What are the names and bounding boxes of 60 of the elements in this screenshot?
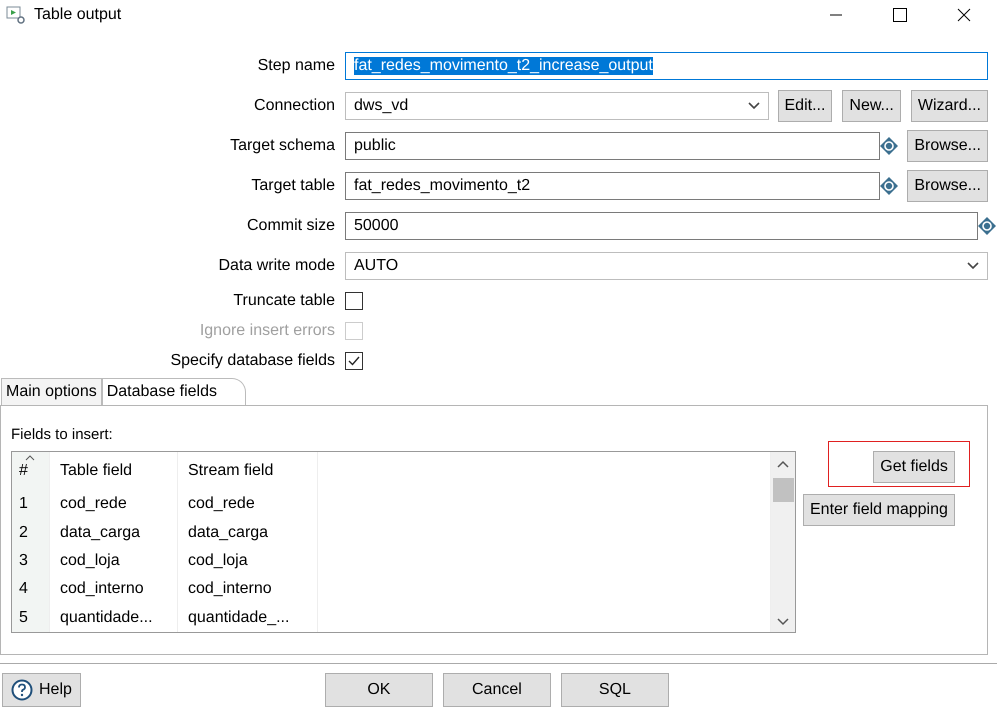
field-label: Step name — [256, 57, 336, 75]
dialog-button[interactable]: Cancel — [442, 673, 551, 707]
table-cell: cod_interno — [178, 575, 318, 604]
field-label: Truncate table — [232, 292, 336, 310]
column-header[interactable]: Stream field — [178, 452, 318, 490]
form-button[interactable]: Browse... — [907, 170, 988, 202]
table-cell: 1 — [12, 490, 50, 518]
field-label: Connection — [253, 97, 336, 115]
form-button[interactable]: Wizard... — [910, 90, 988, 122]
dialog-button[interactable]: OK — [324, 673, 433, 707]
help-button[interactable]: Help — [2, 673, 81, 707]
close-icon[interactable] — [957, 8, 971, 22]
side-button[interactable]: Get fields — [873, 451, 955, 483]
checkbox[interactable] — [345, 352, 363, 370]
table-cell: data_carga — [178, 518, 318, 547]
table-cell: cod_rede — [50, 490, 178, 518]
table-cell: 5 — [12, 604, 50, 632]
scroll-down-icon[interactable] — [777, 618, 789, 626]
form-button[interactable]: Edit... — [778, 90, 832, 122]
dropdown-field[interactable]: AUTO — [345, 252, 988, 280]
table-cell: cod_interno — [50, 575, 178, 604]
dropdown-field[interactable]: dws_vd — [345, 92, 768, 120]
field-label: Specify database fields — [169, 352, 336, 370]
section-label: Fields to insert: — [11, 426, 114, 443]
table-cell: cod_rede — [178, 490, 318, 518]
table-cell: 4 — [12, 575, 50, 604]
text-field[interactable]: fat_redes_movimento_t2_increase_output — [345, 52, 988, 80]
field-label: Target table — [250, 177, 336, 195]
table-cell: quantidade_... — [178, 604, 318, 632]
text-field[interactable]: 50000 — [345, 212, 978, 240]
field-label: Data write mode — [218, 257, 336, 275]
step-icon — [6, 5, 26, 25]
dialog-button[interactable]: SQL — [560, 673, 669, 707]
chevron-down-icon — [967, 262, 979, 270]
table-cell: quantidade... — [50, 604, 178, 632]
maximize-icon[interactable] — [893, 8, 907, 22]
tab[interactable]: Main options — [1, 378, 102, 405]
chevron-down-icon — [748, 102, 760, 110]
field-label: Commit size — [246, 217, 336, 235]
table-cell: cod_loja — [50, 546, 178, 576]
table-cell: cod_loja — [178, 546, 318, 576]
column-header[interactable]: Table field — [50, 452, 178, 490]
window-title: Table output — [34, 6, 122, 24]
table-cell: data_carga — [50, 518, 178, 547]
field-label: Ignore insert errors — [198, 322, 336, 340]
checkbox[interactable] — [345, 292, 363, 310]
text-field[interactable]: fat_redes_movimento_t2 — [345, 172, 880, 200]
tab[interactable]: Database fields — [102, 378, 246, 405]
field-label: Target schema — [229, 137, 336, 155]
column-header[interactable]: # — [12, 452, 50, 490]
help-icon — [11, 679, 33, 701]
scrollbar-thumb[interactable] — [772, 478, 794, 502]
scroll-up-icon[interactable] — [777, 460, 789, 468]
table-cell: 3 — [12, 546, 50, 576]
form-button[interactable]: New... — [842, 90, 901, 122]
text-field[interactable]: public — [345, 132, 880, 160]
table-cell: 2 — [12, 518, 50, 547]
side-button[interactable]: Enter field mapping — [803, 494, 955, 526]
form-button[interactable]: Browse... — [907, 130, 988, 162]
scrollbar[interactable] — [770, 452, 795, 632]
